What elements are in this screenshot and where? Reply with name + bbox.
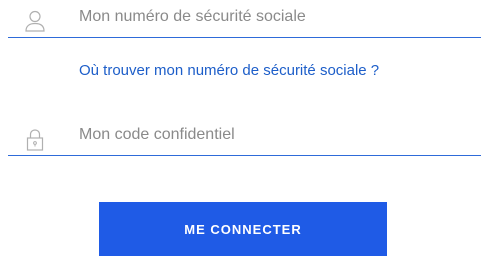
confidential-code-input[interactable] <box>79 126 469 144</box>
social-security-number-field[interactable] <box>8 0 481 38</box>
confidential-code-field[interactable] <box>8 118 481 156</box>
find-social-security-number-link[interactable]: Où trouver mon numéro de sécurité social… <box>79 62 379 79</box>
lock-icon <box>24 128 46 151</box>
login-button[interactable]: ME CONNECTER <box>99 202 387 256</box>
social-security-number-input[interactable] <box>79 8 469 26</box>
user-icon <box>24 10 46 32</box>
